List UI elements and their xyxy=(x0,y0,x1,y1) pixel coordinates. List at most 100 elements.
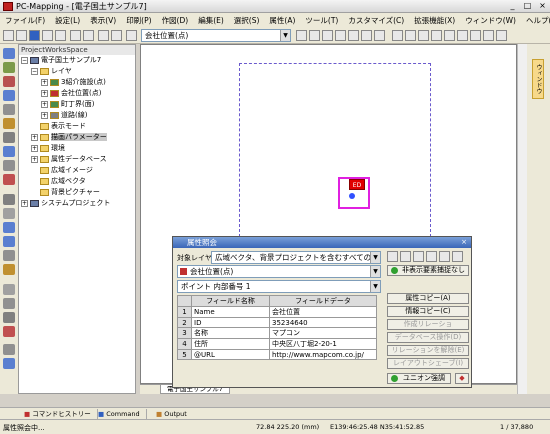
point-tool-icon[interactable] xyxy=(3,90,15,101)
measure-tool-icon[interactable] xyxy=(3,146,15,157)
column-header[interactable]: フィールド名称 xyxy=(191,295,270,307)
field-value[interactable]: 中央区八丁堀2-20-1 xyxy=(269,338,377,350)
delete-tool-icon[interactable] xyxy=(3,174,15,185)
text-tool-icon[interactable] xyxy=(3,132,15,143)
tree-node-layer[interactable]: + 町丁界(面) xyxy=(41,100,94,109)
attribute-tool-icon[interactable] xyxy=(3,298,15,309)
tool-icon-11[interactable] xyxy=(431,30,442,41)
right-panel-tab[interactable]: ウィンドウ xyxy=(532,59,544,99)
tool-icon-3[interactable] xyxy=(322,30,333,41)
feature-point[interactable] xyxy=(349,193,355,199)
table-row[interactable]: 3 名称 マプコン xyxy=(177,327,377,339)
dialog-tool-icon-2[interactable] xyxy=(400,251,411,262)
tree-node-bg-picture[interactable]: 背景ピクチャー xyxy=(31,188,100,197)
copy-attribute-button[interactable]: 属性コピー(A) xyxy=(387,293,469,304)
tree-node-layer[interactable]: + 会社位置(点) xyxy=(41,89,101,98)
tab-command-history[interactable]: ■ コマンドヒストリー xyxy=(18,409,98,419)
dialog-tool-icon-3[interactable] xyxy=(413,251,424,262)
snap-tool-icon[interactable] xyxy=(3,264,15,275)
table-row[interactable]: 5 @URL http://www.mapcom.co.jp/ xyxy=(177,349,377,360)
polygon-tool-icon[interactable] xyxy=(3,118,15,129)
column-header[interactable]: フィールドデータ xyxy=(269,295,377,307)
menu-item[interactable]: ウィンドウ(W) xyxy=(460,15,521,26)
tool-icon-16[interactable] xyxy=(496,30,507,41)
tree-node-root[interactable]: − 電子国土サンプル7 xyxy=(21,56,101,65)
dialog-close-button[interactable]: × xyxy=(459,238,469,247)
cut-icon[interactable] xyxy=(70,30,81,41)
dialog-tool-icon-5[interactable] xyxy=(439,251,450,262)
tool-icon-13[interactable] xyxy=(457,30,468,41)
redo-icon[interactable] xyxy=(111,30,122,41)
menu-item[interactable]: ツール(T) xyxy=(300,15,343,26)
tool-icon-5[interactable] xyxy=(348,30,359,41)
tool-icon-2[interactable] xyxy=(309,30,320,41)
undo-icon[interactable] xyxy=(98,30,109,41)
field-value[interactable]: 会社位置 xyxy=(269,306,377,318)
vertical-scrollbar[interactable] xyxy=(517,44,527,394)
menu-item[interactable]: 拡張機能(X) xyxy=(409,15,460,26)
menu-item[interactable]: 設定(L) xyxy=(50,15,85,26)
menu-item[interactable]: カスタマイズ(C) xyxy=(343,15,409,26)
tree-node-layer[interactable]: +3紹介施設(点) xyxy=(41,78,106,87)
release-relation-button[interactable]: リレーションを解除(E) xyxy=(387,345,469,356)
zoom-tool-icon[interactable] xyxy=(3,76,15,87)
menu-item[interactable]: 属性(A) xyxy=(264,15,300,26)
grid-tool-icon[interactable] xyxy=(3,250,15,261)
menu-item[interactable]: ファイル(F) xyxy=(0,15,50,26)
menu-item[interactable]: 表示(V) xyxy=(85,15,121,26)
print-icon[interactable] xyxy=(55,30,66,41)
save-as-icon[interactable] xyxy=(42,30,53,41)
table-row[interactable]: 2 ID 35234640 xyxy=(177,317,377,328)
erase-tool-icon[interactable] xyxy=(3,326,15,337)
layer-icon[interactable] xyxy=(126,30,137,41)
tab-output[interactable]: ■ Output xyxy=(150,409,193,419)
menu-item[interactable]: ヘルプ(H) xyxy=(521,15,550,26)
layer-select-dialog[interactable]: 会社位置(点) ▼ xyxy=(177,265,381,278)
table-row[interactable]: 1 Name 会社位置 xyxy=(177,306,377,318)
chevron-down-icon[interactable]: ▼ xyxy=(370,252,380,263)
layer-select[interactable]: 会社位置(点) ▼ xyxy=(141,29,291,42)
target-layer-select[interactable]: 広域ベクタ、背景プロジェクトを含むすべての表示レイヤ ▼ xyxy=(211,251,381,273)
tool-icon-9[interactable] xyxy=(405,30,416,41)
dialog-tool-icon-1[interactable] xyxy=(387,251,398,262)
zoom-out-icon[interactable] xyxy=(3,236,15,247)
layer-tool-icon[interactable] xyxy=(3,344,15,355)
line-tool-icon[interactable] xyxy=(3,104,15,115)
select-tool-icon[interactable] xyxy=(3,48,15,59)
tree-node-attr-db[interactable]: + 属性データベース xyxy=(31,155,107,164)
tree-node-wide-vector[interactable]: 広域ベクタ xyxy=(31,177,86,186)
edit-tool-icon[interactable] xyxy=(3,160,15,171)
tool-icon-4[interactable] xyxy=(335,30,346,41)
tool-icon-15[interactable] xyxy=(483,30,494,41)
layout-shape-button[interactable]: レイアウトシェーブ(I) xyxy=(387,358,469,369)
dialog-tool-icon-6[interactable] xyxy=(452,251,463,262)
tree-node-environment[interactable]: + 環境 xyxy=(31,144,65,153)
tool-icon-10[interactable] xyxy=(418,30,429,41)
tool-icon-1[interactable] xyxy=(296,30,307,41)
zoom-in-icon[interactable] xyxy=(3,222,15,233)
eraser-icon[interactable]: ◆ xyxy=(455,373,469,384)
tool-icon-14[interactable] xyxy=(470,30,481,41)
dialog-tool-icon-4[interactable] xyxy=(426,251,437,262)
open-icon[interactable] xyxy=(16,30,27,41)
tool-icon-12[interactable] xyxy=(444,30,455,41)
info-tool-icon[interactable] xyxy=(3,284,15,295)
minimize-button[interactable]: _ xyxy=(505,1,520,11)
save-icon[interactable] xyxy=(29,30,40,41)
table-row[interactable]: 4 住所 中央区八丁堀2-20-1 xyxy=(177,338,377,350)
tree-node-draw-params[interactable]: + 描画パラメーター xyxy=(31,133,107,142)
chevron-down-icon[interactable]: ▼ xyxy=(370,281,380,292)
refresh-tool-icon[interactable] xyxy=(3,358,15,369)
chevron-down-icon[interactable]: ▼ xyxy=(280,30,290,41)
maximize-button[interactable]: □ xyxy=(520,1,535,11)
database-button[interactable]: データベース操作(D) xyxy=(387,332,469,343)
hide-capture-toggle[interactable]: 非表示要素捕捉なし xyxy=(387,265,469,276)
field-value[interactable]: 35234640 xyxy=(269,317,377,328)
tab-command[interactable]: ■ Command xyxy=(92,409,147,419)
tool-icon-7[interactable] xyxy=(374,30,385,41)
menu-item[interactable]: 選択(S) xyxy=(229,15,265,26)
menu-item[interactable]: 作図(D) xyxy=(157,15,194,26)
pan-tool-icon[interactable] xyxy=(3,62,15,73)
tree-node-wide-image[interactable]: 広域イメージ xyxy=(31,166,93,175)
tree-node-layer[interactable]: + 道路(線) xyxy=(41,111,87,120)
